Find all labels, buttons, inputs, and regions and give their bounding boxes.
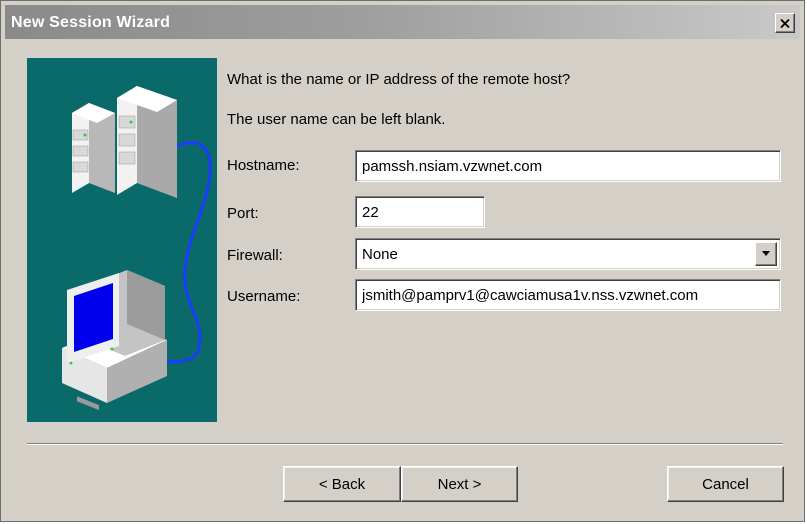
close-icon xyxy=(780,18,790,28)
next-button[interactable]: Next > xyxy=(401,466,518,502)
firewall-select[interactable]: None xyxy=(355,238,781,270)
chevron-down-icon xyxy=(762,251,770,256)
port-label: Port: xyxy=(227,205,259,222)
port-input[interactable] xyxy=(355,196,485,228)
prompt-username-hint: The user name can be left blank. xyxy=(227,111,446,128)
firewall-label: Firewall: xyxy=(227,247,283,264)
network-illustration xyxy=(27,58,217,422)
firewall-selected-value: None xyxy=(362,246,398,263)
window-title: New Session Wizard xyxy=(11,14,171,31)
close-button[interactable] xyxy=(775,13,795,33)
hostname-input[interactable] xyxy=(355,150,781,182)
username-input[interactable] xyxy=(355,279,781,311)
computer-icon xyxy=(62,270,167,411)
server-icon xyxy=(72,103,115,193)
back-button[interactable]: < Back xyxy=(283,466,401,502)
cancel-button[interactable]: Cancel xyxy=(667,466,784,502)
firewall-dropdown-button[interactable] xyxy=(755,242,777,266)
separator xyxy=(27,443,783,445)
title-bar[interactable]: New Session Wizard xyxy=(5,5,800,39)
prompt-hostname: What is the name or IP address of the re… xyxy=(227,71,571,88)
username-label: Username: xyxy=(227,288,301,305)
server-icon xyxy=(117,86,177,198)
hostname-label: Hostname: xyxy=(227,157,300,174)
new-session-wizard-dialog: New Session Wizard What is the name or I… xyxy=(0,0,805,522)
